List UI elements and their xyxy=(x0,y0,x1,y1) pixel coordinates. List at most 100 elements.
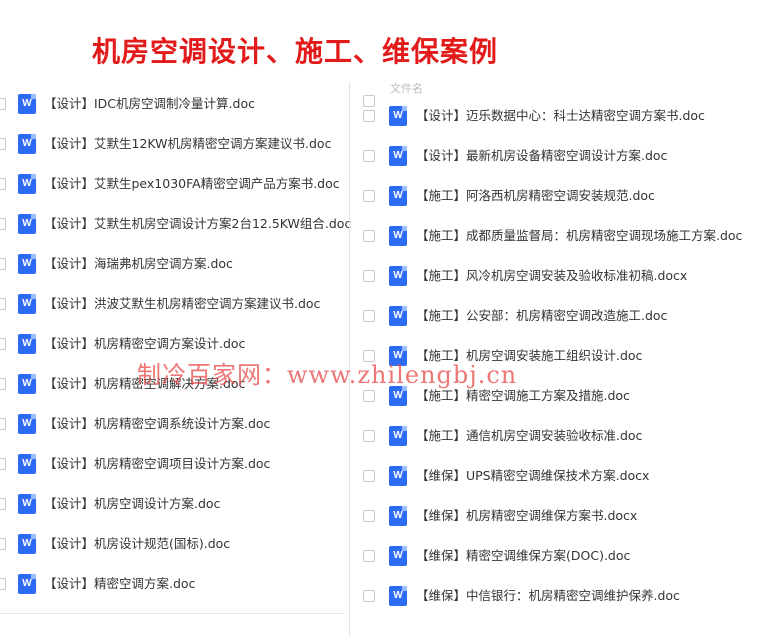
file-row[interactable]: W 【设计】洪波艾默生机房精密空调方案建议书.doc xyxy=(0,285,344,325)
file-name[interactable]: 【设计】IDC机房空调制冷量计算.doc xyxy=(44,96,255,112)
file-checkbox[interactable] xyxy=(0,378,6,390)
word-doc-icon: W xyxy=(389,546,407,566)
file-row[interactable]: W 【施工】风冷机房空调安装及验收标准初稿.docx xyxy=(350,257,776,297)
file-name[interactable]: 【设计】迈乐数据中心：科士达精密空调方案书.doc xyxy=(416,108,705,124)
file-name[interactable]: 【设计】机房设计规范(国标).doc xyxy=(44,536,230,552)
file-row[interactable]: W 【设计】机房精密空调项目设计方案.doc xyxy=(0,445,344,485)
word-doc-icon: W xyxy=(18,214,36,234)
word-doc-icon: W xyxy=(389,266,407,286)
file-name[interactable]: 【设计】洪波艾默生机房精密空调方案建议书.doc xyxy=(44,296,320,312)
file-row[interactable]: W 【设计】迈乐数据中心：科士达精密空调方案书.doc xyxy=(350,97,776,137)
file-checkbox[interactable] xyxy=(363,390,375,402)
file-checkbox[interactable] xyxy=(363,110,375,122)
file-row[interactable]: W 【维保】机房精密空调维保方案书.docx xyxy=(350,497,776,537)
file-checkbox[interactable] xyxy=(0,258,6,270)
file-checkbox[interactable] xyxy=(0,138,6,150)
file-checkbox[interactable] xyxy=(0,418,6,430)
word-doc-icon: W xyxy=(389,466,407,486)
file-name[interactable]: 【维保】UPS精密空调维保技术方案.docx xyxy=(416,468,649,484)
file-name[interactable]: 【设计】机房精密空调方案设计.doc xyxy=(44,336,245,352)
file-name[interactable]: 【设计】最新机房设备精密空调设计方案.doc xyxy=(416,148,667,164)
word-doc-icon: W xyxy=(389,186,407,206)
file-name[interactable]: 【设计】艾默生12KW机房精密空调方案建议书.doc xyxy=(44,136,331,152)
file-checkbox[interactable] xyxy=(363,430,375,442)
word-doc-icon: W xyxy=(18,574,36,594)
file-row[interactable]: W 【施工】成都质量监督局：机房精密空调现场施工方案.doc xyxy=(350,217,776,257)
file-row[interactable]: W 【设计】艾默生pex1030FA精密空调产品方案书.doc xyxy=(0,165,344,205)
file-name[interactable]: 【设计】机房空调设计方案.doc xyxy=(44,496,220,512)
word-doc-icon: W xyxy=(18,334,36,354)
file-row[interactable]: W 【施工】通信机房空调安装验收标准.doc xyxy=(350,417,776,457)
word-doc-icon: W xyxy=(389,506,407,526)
banner-title: 机房空调设计、施工、维保案例 xyxy=(92,35,499,68)
word-doc-icon: W xyxy=(18,294,36,314)
file-name[interactable]: 【施工】通信机房空调安装验收标准.doc xyxy=(416,428,642,444)
file-checkbox[interactable] xyxy=(0,218,6,230)
file-checkbox[interactable] xyxy=(0,338,6,350)
word-doc-icon: W xyxy=(389,426,407,446)
file-checkbox[interactable] xyxy=(363,270,375,282)
word-doc-icon: W xyxy=(18,534,36,554)
file-row[interactable]: W 【设计】艾默生12KW机房精密空调方案建议书.doc xyxy=(0,125,344,165)
file-name[interactable]: 【施工】阿洛西机房精密空调安装规范.doc xyxy=(416,188,655,204)
file-checkbox[interactable] xyxy=(363,510,375,522)
file-checkbox[interactable] xyxy=(363,310,375,322)
file-name[interactable]: 【设计】艾默生pex1030FA精密空调产品方案书.doc xyxy=(44,176,340,192)
word-doc-icon: W xyxy=(18,134,36,154)
file-checkbox[interactable] xyxy=(0,458,6,470)
file-row[interactable]: W 【设计】机房设计规范(国标).doc xyxy=(0,525,344,565)
file-row[interactable]: W 【设计】艾默生机房空调设计方案2台12.5KW组合.doc xyxy=(0,205,351,245)
file-checkbox[interactable] xyxy=(363,590,375,602)
file-name[interactable]: 【施工】精密空调施工方案及措施.doc xyxy=(416,388,630,404)
file-checkbox[interactable] xyxy=(363,550,375,562)
file-row[interactable]: W 【设计】海瑞弗机房空调方案.doc xyxy=(0,245,344,285)
watermark: 制冷百家网：www.zhilengbj.cn xyxy=(137,361,518,389)
file-name[interactable]: 【设计】机房精密空调项目设计方案.doc xyxy=(44,456,270,472)
file-checkbox[interactable] xyxy=(0,98,6,110)
file-name[interactable]: 【设计】海瑞弗机房空调方案.doc xyxy=(44,256,233,272)
word-doc-icon: W xyxy=(18,174,36,194)
list-header: 文件名 xyxy=(350,82,776,107)
file-checkbox[interactable] xyxy=(0,578,6,590)
file-checkbox[interactable] xyxy=(0,298,6,310)
file-checkbox[interactable] xyxy=(363,470,375,482)
file-name[interactable]: 【设计】机房精密空调系统设计方案.doc xyxy=(44,416,270,432)
file-row[interactable]: W 【设计】最新机房设备精密空调设计方案.doc xyxy=(350,137,776,177)
file-checkbox[interactable] xyxy=(0,498,6,510)
file-name[interactable]: 【施工】公安部：机房精密空调改造施工.doc xyxy=(416,308,667,324)
banner: 机房空调设计、施工、维保案例 xyxy=(0,30,776,78)
file-checkbox[interactable] xyxy=(0,538,6,550)
file-row[interactable]: W 【设计】机房空调设计方案.doc xyxy=(0,485,344,525)
file-checkbox[interactable] xyxy=(363,230,375,242)
word-doc-icon: W xyxy=(18,94,36,114)
file-row[interactable]: W 【维保】中信银行：机房精密空调维护保养.doc xyxy=(350,577,776,617)
file-name[interactable]: 【施工】成都质量监督局：机房精密空调现场施工方案.doc xyxy=(416,228,742,244)
file-row[interactable]: W 【维保】UPS精密空调维保技术方案.docx xyxy=(350,457,776,497)
word-doc-icon: W xyxy=(389,106,407,126)
file-name[interactable]: 【施工】风冷机房空调安装及验收标准初稿.docx xyxy=(416,268,687,284)
word-doc-icon: W xyxy=(18,374,36,394)
file-name[interactable]: 【维保】机房精密空调维保方案书.docx xyxy=(416,508,637,524)
file-checkbox[interactable] xyxy=(363,190,375,202)
file-name[interactable]: 【设计】艾默生机房空调设计方案2台12.5KW组合.doc xyxy=(44,216,351,232)
file-name[interactable]: 【维保】精密空调维保方案(DOC).doc xyxy=(416,548,630,564)
file-row[interactable]: W 【设计】IDC机房空调制冷量计算.doc xyxy=(0,85,344,125)
word-doc-icon: W xyxy=(389,586,407,606)
word-doc-icon: W xyxy=(18,254,36,274)
file-row[interactable]: W 【施工】公安部：机房精密空调改造施工.doc xyxy=(350,297,776,337)
file-name[interactable]: 【维保】中信银行：机房精密空调维护保养.doc xyxy=(416,588,680,604)
word-doc-icon: W xyxy=(389,226,407,246)
word-doc-icon: W xyxy=(18,414,36,434)
file-row[interactable]: W 【维保】精密空调维保方案(DOC).doc xyxy=(350,537,776,577)
file-row[interactable]: W 【设计】机房精密空调系统设计方案.doc xyxy=(0,405,344,445)
word-doc-icon: W xyxy=(18,454,36,474)
file-name[interactable]: 【设计】精密空调方案.doc xyxy=(44,576,195,592)
word-doc-icon: W xyxy=(18,494,36,514)
file-checkbox[interactable] xyxy=(363,150,375,162)
column-header-filename[interactable]: 文件名 xyxy=(390,82,423,96)
file-row[interactable]: W 【施工】阿洛西机房精密空调安装规范.doc xyxy=(350,177,776,217)
file-checkbox[interactable] xyxy=(0,178,6,190)
word-doc-icon: W xyxy=(389,146,407,166)
file-row[interactable]: W 【设计】精密空调方案.doc xyxy=(0,565,344,605)
word-doc-icon: W xyxy=(389,306,407,326)
